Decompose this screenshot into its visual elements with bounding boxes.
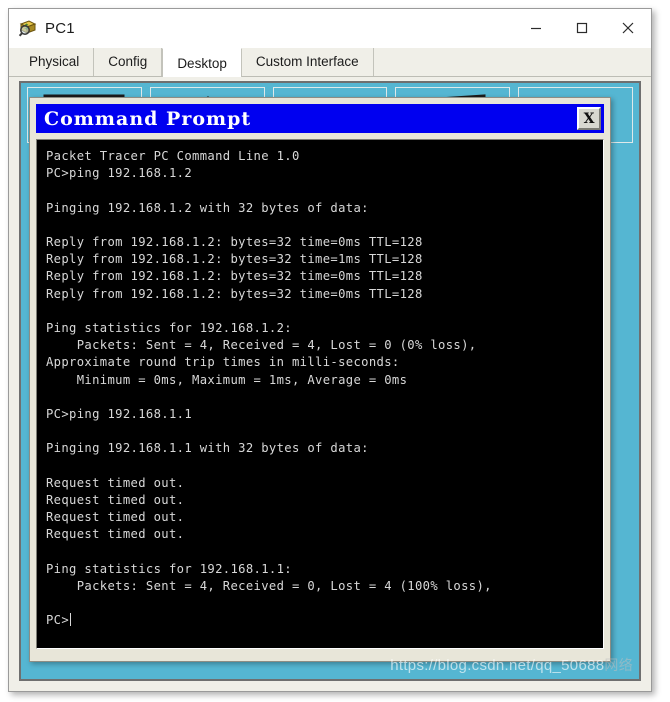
tab-desktop[interactable]: Desktop	[162, 48, 242, 77]
terminal-line: Request timed out.	[46, 492, 185, 507]
terminal-line: Reply from 192.168.1.2: bytes=32 time=0m…	[46, 269, 423, 284]
minimize-button[interactable]	[513, 9, 559, 47]
command-prompt-title: Command Prompt	[44, 107, 252, 130]
close-button[interactable]	[605, 9, 651, 47]
terminal-line: Ping statistics for 192.168.1.2:	[46, 320, 292, 335]
tabstrip-filler	[373, 48, 651, 76]
terminal-line: Approximate round trip times in milli-se…	[46, 355, 400, 370]
terminal-line: Pinging 192.168.1.2 with 32 bytes of dat…	[46, 200, 369, 215]
window-titlebar: $ PC1	[9, 9, 651, 48]
desktop-pane: Command Prompt X Packet Tracer PC Comman…	[19, 81, 641, 681]
pc1-device-window: $ PC1 Physical Config Desktop Custom Int…	[8, 8, 652, 692]
terminal-line: Packet Tracer PC Command Line 1.0	[46, 149, 300, 163]
terminal-line: Packets: Sent = 4, Received = 4, Lost = …	[46, 338, 477, 353]
terminal-line: Request timed out.	[46, 475, 185, 490]
packet-tracer-device-icon: $	[18, 18, 38, 38]
terminal-line: Pinging 192.168.1.1 with 32 bytes of dat…	[46, 441, 369, 456]
tab-custom-interface[interactable]: Custom Interface	[241, 48, 374, 76]
terminal-line: Reply from 192.168.1.2: bytes=32 time=1m…	[46, 252, 423, 267]
terminal-line: Request timed out.	[46, 510, 185, 525]
terminal-line: Ping statistics for 192.168.1.1:	[46, 561, 292, 576]
command-prompt-titlebar[interactable]: Command Prompt X	[36, 104, 604, 133]
terminal-screen-frame: Packet Tracer PC Command Line 1.0 PC>ping…	[36, 139, 604, 649]
terminal-line: Reply from 192.168.1.2: bytes=32 time=0m…	[46, 234, 423, 249]
window-controls	[513, 9, 651, 47]
terminal-line: PC>ping 192.168.1.2	[46, 166, 193, 181]
maximize-button[interactable]	[559, 9, 605, 47]
terminal-line: PC>ping 192.168.1.1	[46, 406, 193, 421]
device-tabs: Physical Config Desktop Custom Interface	[9, 48, 651, 77]
terminal-line: PC>	[46, 613, 72, 628]
terminal-line: Request timed out.	[46, 527, 185, 542]
terminal-line: Packets: Sent = 4, Received = 0, Lost = …	[46, 578, 492, 593]
terminal-line: Minimum = 0ms, Maximum = 1ms, Average = …	[46, 372, 408, 387]
command-prompt-window: Command Prompt X Packet Tracer PC Comman…	[29, 97, 611, 662]
terminal-output[interactable]: Packet Tracer PC Command Line 1.0 PC>ping…	[37, 140, 603, 638]
tab-physical[interactable]: Physical	[15, 48, 95, 76]
command-prompt-close-button[interactable]: X	[577, 107, 601, 130]
terminal-cursor	[70, 613, 72, 627]
window-title: PC1	[45, 19, 75, 37]
tab-config[interactable]: Config	[94, 48, 163, 76]
terminal-line: Reply from 192.168.1.2: bytes=32 time=0m…	[46, 286, 423, 301]
